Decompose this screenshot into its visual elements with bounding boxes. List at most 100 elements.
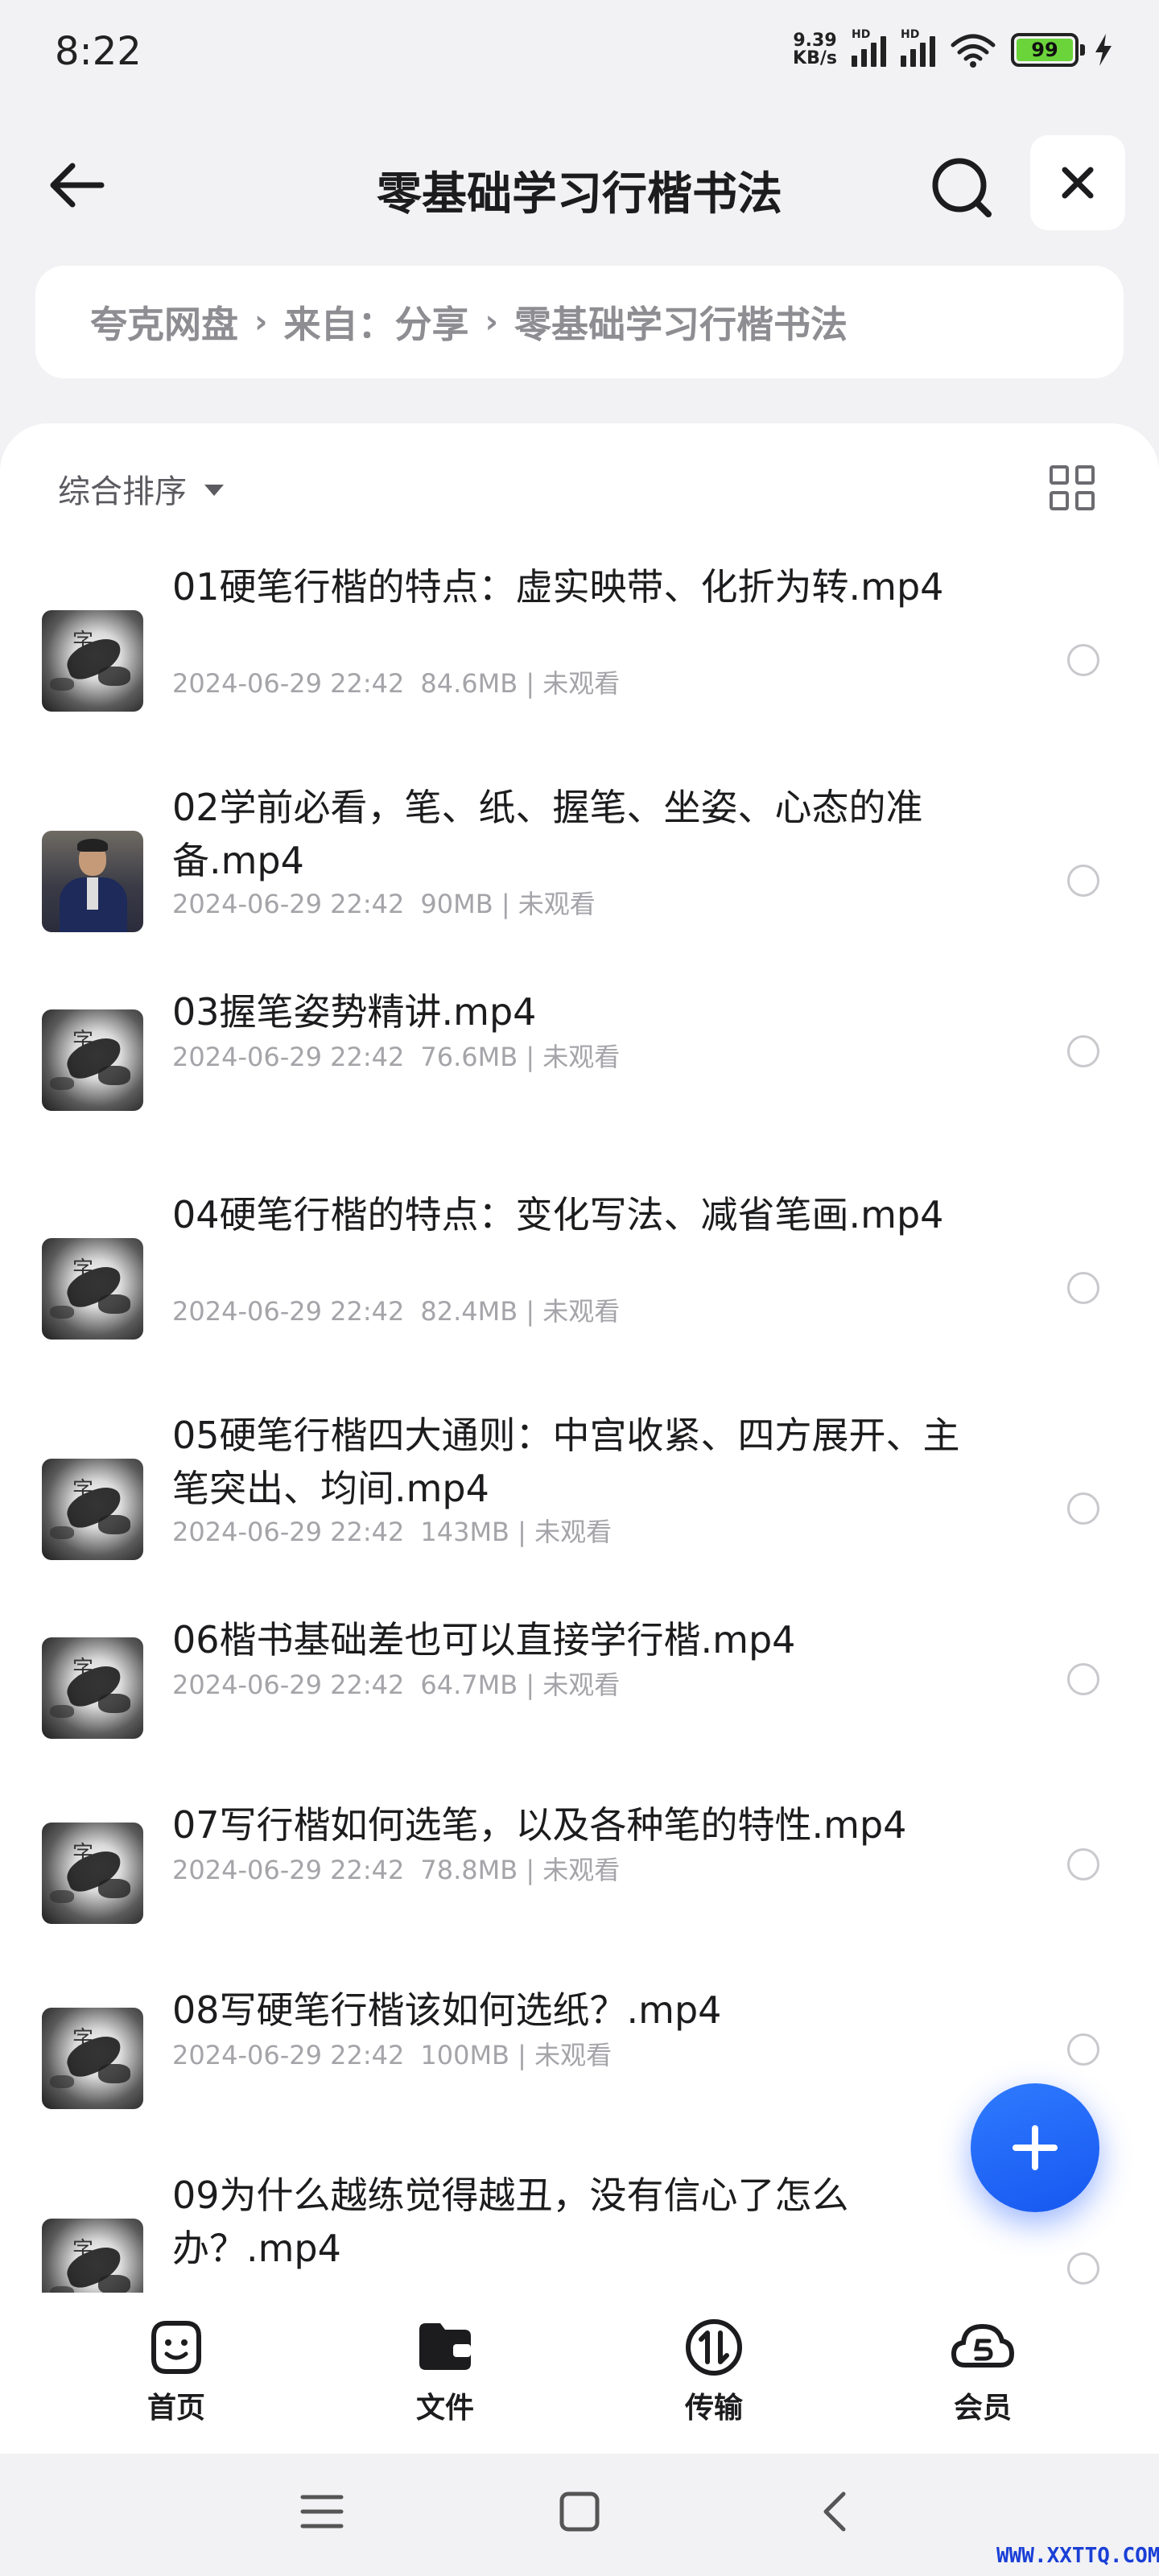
file-name: 04硬笔行楷的特点：变化写法、减省笔画.mp4: [172, 1193, 944, 1236]
file-meta: 2024-06-29 22:42 82.4MB | 未观看: [172, 1291, 620, 1328]
file-item[interactable]: 字 01硬笔行楷的特点：虚实映带、化折为转.mp4 2024-06-29 22:42…: [0, 560, 1159, 721]
video-thumbnail-person: [42, 831, 143, 932]
network-speed: 9.39 KB/s: [793, 31, 837, 68]
search-button[interactable]: [924, 150, 1001, 227]
file-name: 06楷书基础差也可以直接学行楷.mp4: [172, 1618, 796, 1662]
nav-item-files[interactable]: 文件: [344, 2312, 546, 2426]
select-checkbox[interactable]: [1067, 1272, 1099, 1304]
select-checkbox[interactable]: [1067, 1492, 1099, 1525]
breadcrumb-item-root[interactable]: 夸克网盘: [90, 295, 238, 349]
select-checkbox[interactable]: [1067, 1035, 1099, 1067]
status-indicators: 9.39 KB/s HD HD 99: [793, 28, 1114, 68]
video-thumbnail: 字: [42, 1459, 143, 1560]
file-date: 2024-06-29 22:42: [172, 1042, 405, 1072]
select-checkbox[interactable]: [1067, 865, 1099, 897]
video-thumbnail: 字: [42, 610, 143, 712]
file-date: 2024-06-29 22:42: [172, 1517, 405, 1547]
select-checkbox[interactable]: [1067, 644, 1099, 676]
meta-separator: |: [518, 1042, 543, 1072]
file-size: 82.4MB: [420, 1296, 518, 1327]
thumbnail-glyph: 字: [72, 1657, 94, 1681]
breadcrumb: 夸克网盘 › 来自：分享 › 零基础学习行楷书法: [35, 266, 1124, 378]
nav-label-files: 文件: [415, 2392, 474, 2425]
thumbnail-glyph: 字: [72, 1029, 94, 1053]
sort-label: 综合排序: [58, 473, 187, 510]
breadcrumb-item-current[interactable]: 零基础学习行楷书法: [514, 295, 848, 349]
file-meta: 2024-06-29 22:42 76.6MB | 未观看: [172, 1037, 620, 1074]
file-meta: 2024-06-29 22:42 90MB | 未观看: [172, 884, 596, 921]
thumbnail-glyph: 字: [72, 1842, 94, 1866]
meta-separator: |: [493, 889, 518, 919]
select-checkbox[interactable]: [1067, 1848, 1099, 1880]
file-meta: 2024-06-29 22:42 84.6MB | 未观看: [172, 663, 620, 700]
video-thumbnail: 字: [42, 1823, 143, 1924]
file-date: 2024-06-29 22:42: [172, 1670, 405, 1700]
meta-separator: |: [518, 668, 543, 699]
video-thumbnail: 字: [42, 1637, 143, 1739]
file-date: 2024-06-29 22:42: [172, 1855, 405, 1885]
charging-bolt-icon: [1095, 34, 1112, 66]
nav-item-vip[interactable]: 会员: [882, 2312, 1083, 2426]
plus-icon: [1013, 2125, 1058, 2170]
file-name: 03握笔姿势精讲.mp4: [172, 990, 537, 1034]
select-checkbox[interactable]: [1067, 2033, 1099, 2066]
file-name: 08写硬笔行楷该如何选纸？.mp4: [172, 1988, 722, 2032]
file-item[interactable]: 字 04硬笔行楷的特点：变化写法、减省笔画.mp4 2024-06-29 22:42…: [0, 1188, 1159, 1349]
file-name: 05硬笔行楷四大通则：中宫收紧、四方展开、主笔突出、均间.mp4: [172, 1414, 960, 1510]
file-name: 09为什么越练觉得越丑，没有信心了怎么办？.mp4: [172, 2174, 849, 2270]
file-item[interactable]: 字 06楷书基础差也可以直接学行楷.mp4 2024-06-29 22:42 64.7…: [0, 1613, 1159, 1774]
select-checkbox[interactable]: [1067, 1663, 1099, 1695]
watch-status: 未观看: [542, 668, 621, 699]
file-item[interactable]: 字 03握笔姿势精讲.mp4 2024-06-29 22:42 76.6MB | 未观…: [0, 985, 1159, 1146]
watermark: WWW.XXTTQ.COM: [996, 2544, 1159, 2568]
file-size: 100MB: [420, 2040, 509, 2070]
thumbnail-glyph: 字: [72, 2238, 94, 2262]
watch-status: 未观看: [534, 1517, 612, 1547]
breadcrumb-separator: ›: [254, 303, 268, 341]
file-meta: 2024-06-29 22:42 143MB | 未观看: [172, 1512, 612, 1549]
nav-label-vip: 会员: [953, 2392, 1012, 2425]
status-time: 8:22: [55, 29, 142, 74]
status-bar: 8:22 9.39 KB/s HD HD 99: [0, 0, 1159, 105]
breadcrumb-item-share[interactable]: 来自：分享: [283, 295, 468, 349]
sort-dropdown[interactable]: 综合排序: [58, 465, 224, 512]
signal-icon-2: HD: [901, 28, 935, 67]
thumbnail-glyph: 字: [72, 1257, 94, 1282]
file-date: 2024-06-29 22:42: [172, 668, 405, 699]
file-date: 2024-06-29 22:42: [172, 1296, 405, 1327]
video-thumbnail: 字: [42, 1238, 143, 1340]
nav-label-home: 首页: [146, 2392, 205, 2425]
file-meta: 2024-06-29 22:42 78.8MB | 未观看: [172, 1850, 620, 1887]
home-face-icon: [142, 2312, 210, 2380]
wifi-icon: [951, 34, 996, 68]
select-checkbox[interactable]: [1067, 2252, 1099, 2285]
nav-item-transfer[interactable]: 传输: [613, 2312, 815, 2426]
file-item[interactable]: 02学前必看，笔、纸、握笔、坐姿、心态的准备.mp4 2024-06-29 22:…: [0, 781, 1159, 942]
menu-icon[interactable]: [299, 2489, 344, 2534]
close-button[interactable]: [1030, 135, 1125, 230]
meta-separator: |: [518, 1296, 543, 1327]
file-size: 78.8MB: [420, 1855, 518, 1885]
system-nav-bar: [0, 2454, 1159, 2576]
video-thumbnail: 字: [42, 1009, 143, 1111]
video-thumbnail: 字: [42, 2219, 143, 2293]
grid-view-icon[interactable]: [1050, 465, 1095, 510]
watch-status: 未观看: [518, 889, 596, 919]
bottom-nav: 首页 文件 传输 会员: [0, 2293, 1159, 2454]
nav-item-home[interactable]: 首页: [76, 2312, 277, 2426]
file-size: 143MB: [420, 1517, 509, 1547]
file-item[interactable]: 字 05硬笔行楷四大通则：中宫收紧、四方展开、主笔突出、均间.mp4 2024-06…: [0, 1409, 1159, 1570]
meta-separator: |: [518, 1670, 543, 1700]
file-item[interactable]: 字 07写行楷如何选笔，以及各种笔的特性.mp4 2024-06-29 22:42 7…: [0, 1798, 1159, 1959]
watch-status: 未观看: [542, 1855, 621, 1885]
caret-down-icon: [204, 485, 224, 496]
file-date: 2024-06-29 22:42: [172, 2040, 405, 2070]
video-thumbnail: 字: [42, 2008, 143, 2109]
file-meta: 2024-06-29 22:42 64.7MB | 未观看: [172, 1665, 620, 1702]
breadcrumb-separator: ›: [485, 303, 498, 341]
home-square-icon[interactable]: [557, 2489, 602, 2534]
file-size: 76.6MB: [420, 1042, 518, 1072]
add-button[interactable]: [971, 2083, 1099, 2212]
back-chevron-icon[interactable]: [813, 2489, 858, 2534]
watch-status: 未观看: [542, 1670, 621, 1700]
